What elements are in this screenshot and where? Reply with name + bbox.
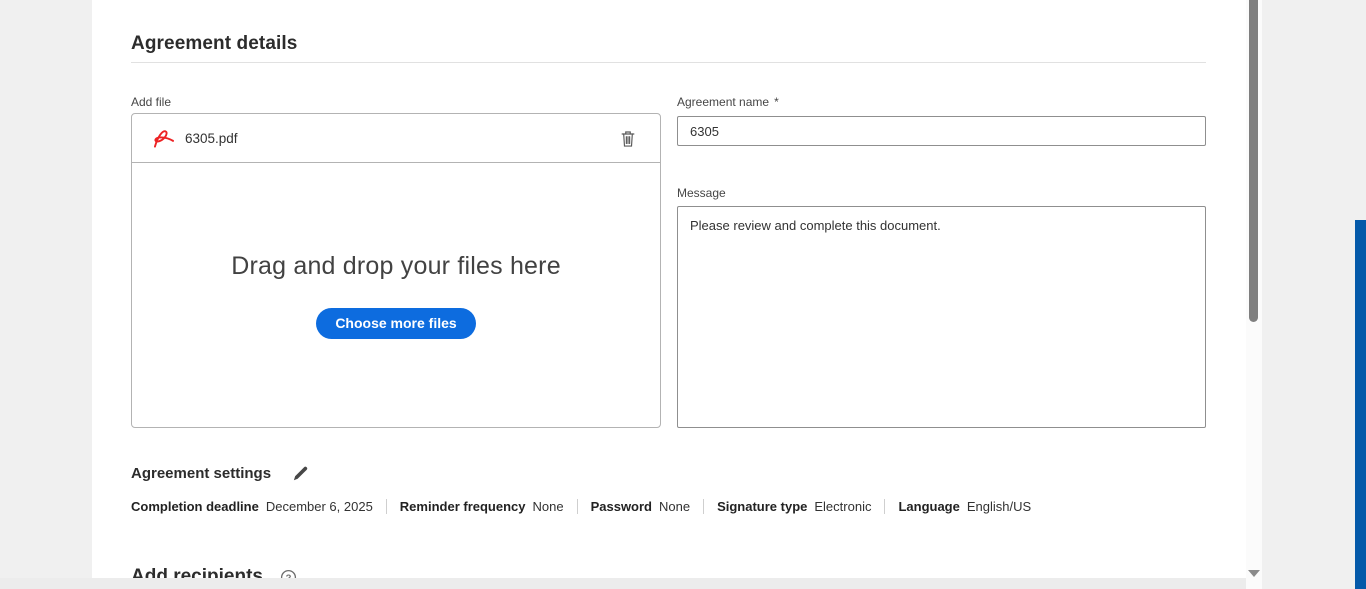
settings-divider (884, 499, 885, 514)
settings-divider (703, 499, 704, 514)
right-edge-blue-bar (1355, 220, 1366, 589)
setting-value: December 6, 2025 (266, 499, 373, 514)
file-name: 6305.pdf (185, 131, 238, 146)
agreement-settings-summary: Completion deadline December 6, 2025 Rem… (131, 499, 1031, 514)
file-dropzone[interactable]: Drag and drop your files here Choose mor… (132, 163, 660, 427)
pencil-icon (292, 465, 309, 482)
add-file-label: Add file (131, 95, 171, 109)
agreement-name-label: Agreement name * (677, 95, 779, 109)
left-gutter (0, 0, 92, 589)
title-divider (131, 62, 1206, 63)
setting-value: None (659, 499, 690, 514)
setting-value: Electronic (814, 499, 871, 514)
uploaded-file-row: 6305.pdf (132, 114, 660, 163)
settings-divider (386, 499, 387, 514)
edit-settings-button[interactable] (290, 463, 310, 483)
agreement-name-label-text: Agreement name (677, 95, 769, 109)
setting-label: Completion deadline (131, 499, 259, 514)
setting-value: None (533, 499, 564, 514)
vertical-scrollbar-thumb[interactable] (1249, 0, 1258, 322)
acrobat-pdf-icon (152, 128, 176, 149)
dropzone-hint: Drag and drop your files here (231, 252, 561, 281)
setting-label: Reminder frequency (400, 499, 526, 514)
setting-label: Language (898, 499, 959, 514)
file-upload-panel: 6305.pdf Drag and drop your files here (131, 113, 661, 428)
agreement-name-input[interactable] (677, 116, 1206, 146)
message-textarea[interactable]: Please review and complete this document… (677, 206, 1206, 428)
setting-label: Password (591, 499, 652, 514)
agreement-settings-heading: Agreement settings (131, 465, 271, 482)
chevron-down-icon[interactable] (1248, 570, 1260, 577)
setting-label: Signature type (717, 499, 807, 514)
required-asterisk: * (774, 95, 779, 109)
settings-divider (577, 499, 578, 514)
right-gutter (1262, 0, 1366, 589)
trash-icon (619, 129, 637, 148)
setting-value: English/US (967, 499, 1031, 514)
message-label: Message (677, 186, 726, 200)
page-title: Agreement details (131, 33, 297, 55)
bottom-clip-strip (0, 578, 1246, 589)
delete-file-button[interactable] (616, 126, 640, 150)
choose-more-files-button[interactable]: Choose more files (316, 308, 475, 339)
agreement-compose-page: Agreement details Add file Agreement nam… (0, 0, 1366, 589)
agreement-settings-header: Agreement settings (131, 463, 310, 483)
